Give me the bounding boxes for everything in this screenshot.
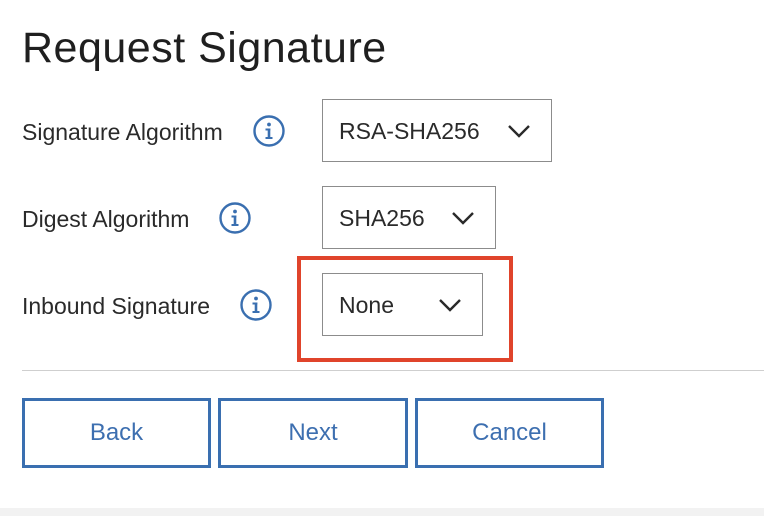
- signature-algorithm-value: RSA-SHA256: [339, 117, 480, 144]
- info-icon[interactable]: [253, 115, 285, 147]
- digest-algorithm-label: Digest Algorithm: [22, 206, 190, 232]
- signature-algorithm-select[interactable]: RSA-SHA256: [322, 99, 552, 162]
- next-button[interactable]: Next: [218, 398, 408, 468]
- divider: [22, 370, 764, 371]
- footer-band: [0, 508, 764, 516]
- chevron-down-icon: [508, 124, 530, 138]
- highlight-box: [297, 256, 513, 362]
- signature-algorithm-label: Signature Algorithm: [22, 119, 223, 145]
- cancel-button[interactable]: Cancel: [415, 398, 604, 468]
- page-title: Request Signature: [22, 24, 387, 72]
- digest-algorithm-select[interactable]: SHA256: [322, 186, 496, 249]
- inbound-signature-label: Inbound Signature: [22, 293, 210, 319]
- info-icon[interactable]: [240, 289, 272, 321]
- back-button[interactable]: Back: [22, 398, 211, 468]
- chevron-down-icon: [452, 211, 474, 225]
- info-icon[interactable]: [219, 202, 251, 234]
- digest-algorithm-value: SHA256: [339, 204, 425, 231]
